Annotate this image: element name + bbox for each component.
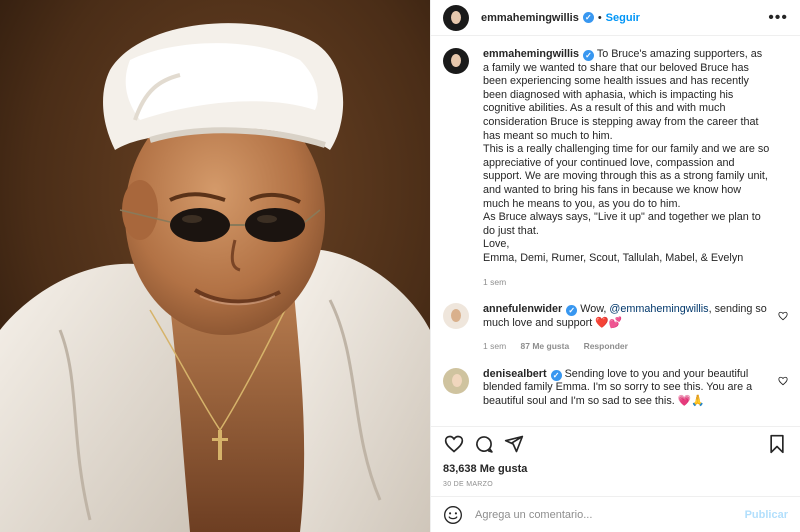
caption-text-5: Emma, Demi, Rumer, Scout, Tallulah, Mabe… — [483, 251, 744, 264]
comment-likes[interactable]: 87 Me gusta — [521, 341, 570, 351]
commenter-avatar[interactable] — [443, 303, 469, 330]
author-username[interactable]: emmahemingwillis — [481, 12, 579, 24]
caption-username[interactable]: emmahemingwillis — [483, 48, 579, 60]
caption-text-1: To Bruce's amazing supporters, as a fami… — [483, 48, 763, 142]
post-photo[interactable] — [0, 0, 430, 532]
comment-input[interactable] — [475, 508, 745, 521]
commenter-username[interactable]: denisealbert — [483, 368, 547, 380]
caption-body: emmahemingwillis ✓ To Bruce's amazing sup… — [483, 48, 788, 289]
instagram-post: emmahemingwillis ✓ • Seguir ••• emmahemi… — [0, 0, 800, 532]
emoji-icon[interactable] — [443, 505, 463, 525]
caption-text-3: As Bruce always says, "Live it up" and t… — [483, 211, 761, 237]
share-icon[interactable] — [503, 433, 525, 455]
more-options-icon[interactable]: ••• — [768, 9, 788, 27]
photo-illustration — [0, 0, 430, 532]
post-header: emmahemingwillis ✓ • Seguir ••• — [431, 0, 800, 36]
caption-text-4: Love, — [483, 238, 510, 251]
comment-icon[interactable] — [473, 433, 495, 455]
comment-body: annefulenwider ✓ Wow, @emmahemingwillis, … — [483, 303, 788, 354]
add-comment-bar: Publicar — [431, 496, 800, 532]
caption-avatar[interactable] — [443, 48, 469, 74]
post-date: 30 DE MARZO — [443, 481, 493, 488]
comment-item: denisealbert ✓ Sending love to you and yo… — [443, 367, 788, 409]
publish-button[interactable]: Publicar — [745, 509, 788, 521]
comment-body: denisealbert ✓ Sending love to you and yo… — [483, 368, 788, 409]
commenter-avatar[interactable] — [443, 367, 469, 394]
action-bar — [431, 426, 800, 460]
post-sidebar: emmahemingwillis ✓ • Seguir ••• emmahemi… — [430, 0, 800, 532]
caption-time[interactable]: 1 sem — [483, 277, 506, 287]
caption-meta: 1 sem — [483, 276, 770, 290]
comment-time[interactable]: 1 sem — [483, 341, 506, 351]
verified-icon: ✓ — [582, 12, 594, 23]
separator-dot: • — [597, 11, 602, 24]
caption: emmahemingwillis ✓ To Bruce's amazing sup… — [443, 48, 788, 289]
follow-button[interactable]: Seguir — [606, 12, 640, 24]
comment-like-heart-icon[interactable] — [778, 376, 788, 386]
comments-list[interactable]: emmahemingwillis ✓ To Bruce's amazing sup… — [431, 36, 800, 426]
verified-icon: ✓ — [566, 305, 578, 317]
bookmark-icon[interactable] — [766, 433, 788, 455]
commenter-username[interactable]: annefulenwider — [483, 303, 562, 315]
verified-icon: ✓ — [583, 50, 595, 61]
comment-text-before: Wow, — [580, 303, 610, 316]
comment-mention[interactable]: @emmahemingwillis — [609, 303, 708, 315]
author-avatar[interactable] — [443, 4, 469, 31]
comment-item: annefulenwider ✓ Wow, @emmahemingwillis, … — [443, 303, 788, 354]
comment-like-heart-icon[interactable] — [778, 311, 788, 321]
reply-button[interactable]: Responder — [584, 341, 628, 351]
verified-icon: ✓ — [550, 369, 562, 381]
caption-text-2: This is a really challenging time for ou… — [483, 143, 770, 210]
likes-count[interactable]: 83,638 Me gusta — [431, 460, 800, 478]
comment-meta: 1 sem 87 Me gusta Responder — [483, 340, 770, 354]
heart-icon[interactable] — [443, 433, 465, 455]
